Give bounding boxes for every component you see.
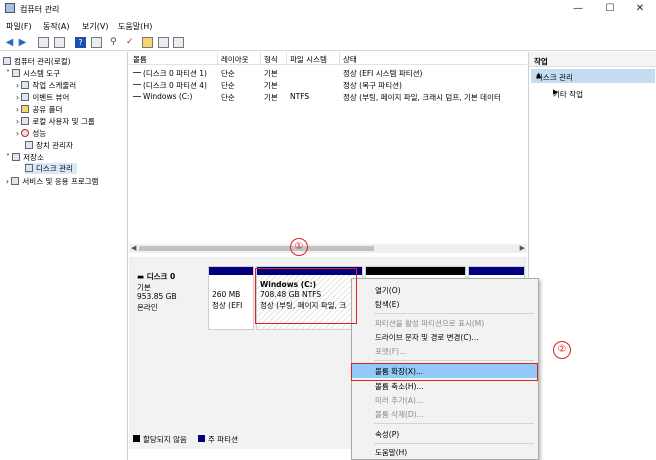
menu-delete-volume[interactable]: 볼륨 삭제(D)... [352, 407, 538, 421]
properties-icon[interactable] [173, 37, 184, 48]
menu-help[interactable]: 도움말(H) [118, 21, 152, 32]
callout-box-extend-volume [351, 363, 538, 381]
menu-view[interactable]: 보기(V) [82, 21, 108, 32]
window-title: 컴퓨터 관리 [20, 5, 60, 14]
folder-icon[interactable] [142, 37, 153, 48]
callout-number-2: ② [553, 341, 571, 359]
partition-efi[interactable]: 260 MB 정상 (EFI [208, 266, 254, 330]
tree-task-scheduler[interactable]: › 작업 스케줄러 [16, 80, 76, 91]
tree-services-apps[interactable]: › 서비스 및 응용 프로그램 [6, 176, 99, 187]
disk-size: 953.85 GB [137, 292, 177, 301]
col-layout[interactable]: 레이아웃 [221, 54, 249, 65]
callout-box-windows-partition [255, 268, 357, 324]
menu-change-drive-letter[interactable]: 드라이브 문자 및 경로 변경(C)... [352, 330, 538, 344]
tree-computer-management[interactable]: 컴퓨터 관리(로컬) [3, 56, 71, 67]
volume-list-header: 볼륨 레이아웃 형식 파일 시스템 상태 [129, 52, 527, 65]
collapse-up-icon: ▲ [536, 71, 542, 79]
actions-more[interactable]: 기타 작업 ▶ [531, 87, 655, 101]
volume-icon [133, 84, 141, 85]
close-button[interactable]: ✕ [626, 2, 654, 16]
scroll-right-icon[interactable]: ▶ [520, 244, 525, 252]
checklist-icon[interactable]: ✓ [126, 37, 137, 48]
device-manager-icon [25, 141, 33, 149]
help-icon[interactable]: ? [75, 37, 86, 48]
refresh-icon[interactable] [158, 37, 169, 48]
volume-row[interactable]: (디스크 0 파티션 1) 단순 기본 정상 (EFI 시스템 파티션) [129, 67, 527, 79]
horizontal-scrollbar[interactable]: ◀ ▶ [129, 244, 527, 253]
callout-number-1: ① [290, 238, 308, 256]
performance-icon [21, 129, 30, 137]
volume-icon [133, 96, 141, 97]
shared-folder-icon [21, 105, 30, 113]
menu-mark-active[interactable]: 파티션을 활성 파티션으로 표시(M) [352, 316, 538, 330]
tree-storage[interactable]: ˅ 저장소 [6, 152, 44, 163]
navigation-tree: 컴퓨터 관리(로컬) ˅ 시스템 도구 › 작업 스케줄러 › 이벤트 뷰어 ›… [0, 52, 128, 460]
scroll-left-icon[interactable]: ◀ [131, 244, 136, 252]
services-icon [11, 177, 20, 185]
storage-icon [12, 153, 21, 161]
menu-add-mirror[interactable]: 미러 추가(A)... [352, 393, 538, 407]
computer-icon [3, 57, 11, 65]
menu-shrink-volume[interactable]: 볼륨 축소(H)... [352, 379, 538, 393]
legend-primary-label: 주 파티션 [208, 435, 238, 444]
tree-local-users[interactable]: › 로컬 사용자 및 그룹 [16, 116, 95, 127]
volume-row[interactable]: Windows (C:) 단순 기본 NTFS 정상 (부팅, 페이지 파일, … [129, 91, 527, 103]
clock-icon [21, 81, 30, 89]
console-icon[interactable] [91, 37, 102, 48]
toolbar: ◀ ▶ ? ⚲ ✓ [0, 34, 656, 51]
menu-properties[interactable]: 속성(P) [352, 427, 538, 441]
col-volume[interactable]: 볼륨 [133, 54, 147, 65]
disk-status: 온라인 [137, 303, 158, 312]
event-viewer-icon [21, 93, 30, 101]
tree-disk-management[interactable]: 디스크 관리 [25, 163, 77, 174]
up-folder-icon[interactable] [38, 37, 49, 48]
computer-management-icon [5, 3, 15, 13]
col-status[interactable]: 상태 [343, 54, 357, 65]
menu-action[interactable]: 동작(A) [43, 21, 69, 32]
disk-name: 디스크 0 [146, 272, 176, 281]
forward-arrow-icon[interactable]: ▶ [17, 37, 28, 48]
legend-unallocated-label: 할당되지 않음 [143, 435, 187, 444]
submenu-arrow-icon: ▶ [553, 88, 559, 96]
volume-icon [133, 72, 141, 73]
show-hide-tree-icon[interactable] [54, 37, 65, 48]
tools-icon [12, 69, 21, 77]
menu-explore[interactable]: 탐색(E) [352, 297, 538, 311]
key-icon[interactable]: ⚲ [110, 37, 121, 48]
minimize-button[interactable]: — [564, 2, 592, 16]
actions-pane: 작업 디스크 관리 ▲ 기타 작업 ▶ [528, 52, 656, 460]
back-arrow-icon[interactable]: ◀ [4, 37, 15, 48]
tree-system-tools[interactable]: ˅ 시스템 도구 [6, 68, 60, 79]
legend-unallocated-swatch [133, 435, 140, 442]
users-icon [21, 117, 30, 125]
legend-primary-swatch [198, 435, 205, 442]
menu-bar: 파일(F) 동작(A) 보기(V) 도움말(H) [0, 18, 656, 33]
tree-shared-folders[interactable]: › 공유 폴더 [16, 104, 62, 115]
menu-open[interactable]: 열기(O) [352, 283, 538, 297]
menu-help-item[interactable]: 도움말(H) [352, 445, 538, 459]
actions-section-disk-management[interactable]: 디스크 관리 ▲ [531, 69, 655, 83]
col-filesystem[interactable]: 파일 시스템 [290, 54, 327, 65]
scrollbar-thumb[interactable] [139, 246, 374, 251]
tree-device-manager[interactable]: 장치 관리자 [25, 140, 73, 151]
menu-file[interactable]: 파일(F) [6, 21, 32, 32]
disk-icon: ▬ [137, 272, 147, 281]
title-bar: 컴퓨터 관리 — ☐ ✕ [0, 0, 656, 18]
tree-event-viewer[interactable]: › 이벤트 뷰어 [16, 92, 69, 103]
actions-header: 작업 [529, 52, 656, 67]
menu-format[interactable]: 포맷(F)... [352, 344, 538, 358]
volume-row[interactable]: (디스크 0 파티션 4) 단순 기본 정상 (복구 파티션) [129, 79, 527, 91]
maximize-button[interactable]: ☐ [596, 2, 624, 16]
disk-info[interactable]: ▬ 디스크 0 기본 953.85 GB 온라인 [131, 266, 207, 330]
col-type[interactable]: 형식 [264, 54, 278, 65]
disk-icon [25, 164, 33, 172]
tree-performance[interactable]: › 성능 [16, 128, 46, 139]
